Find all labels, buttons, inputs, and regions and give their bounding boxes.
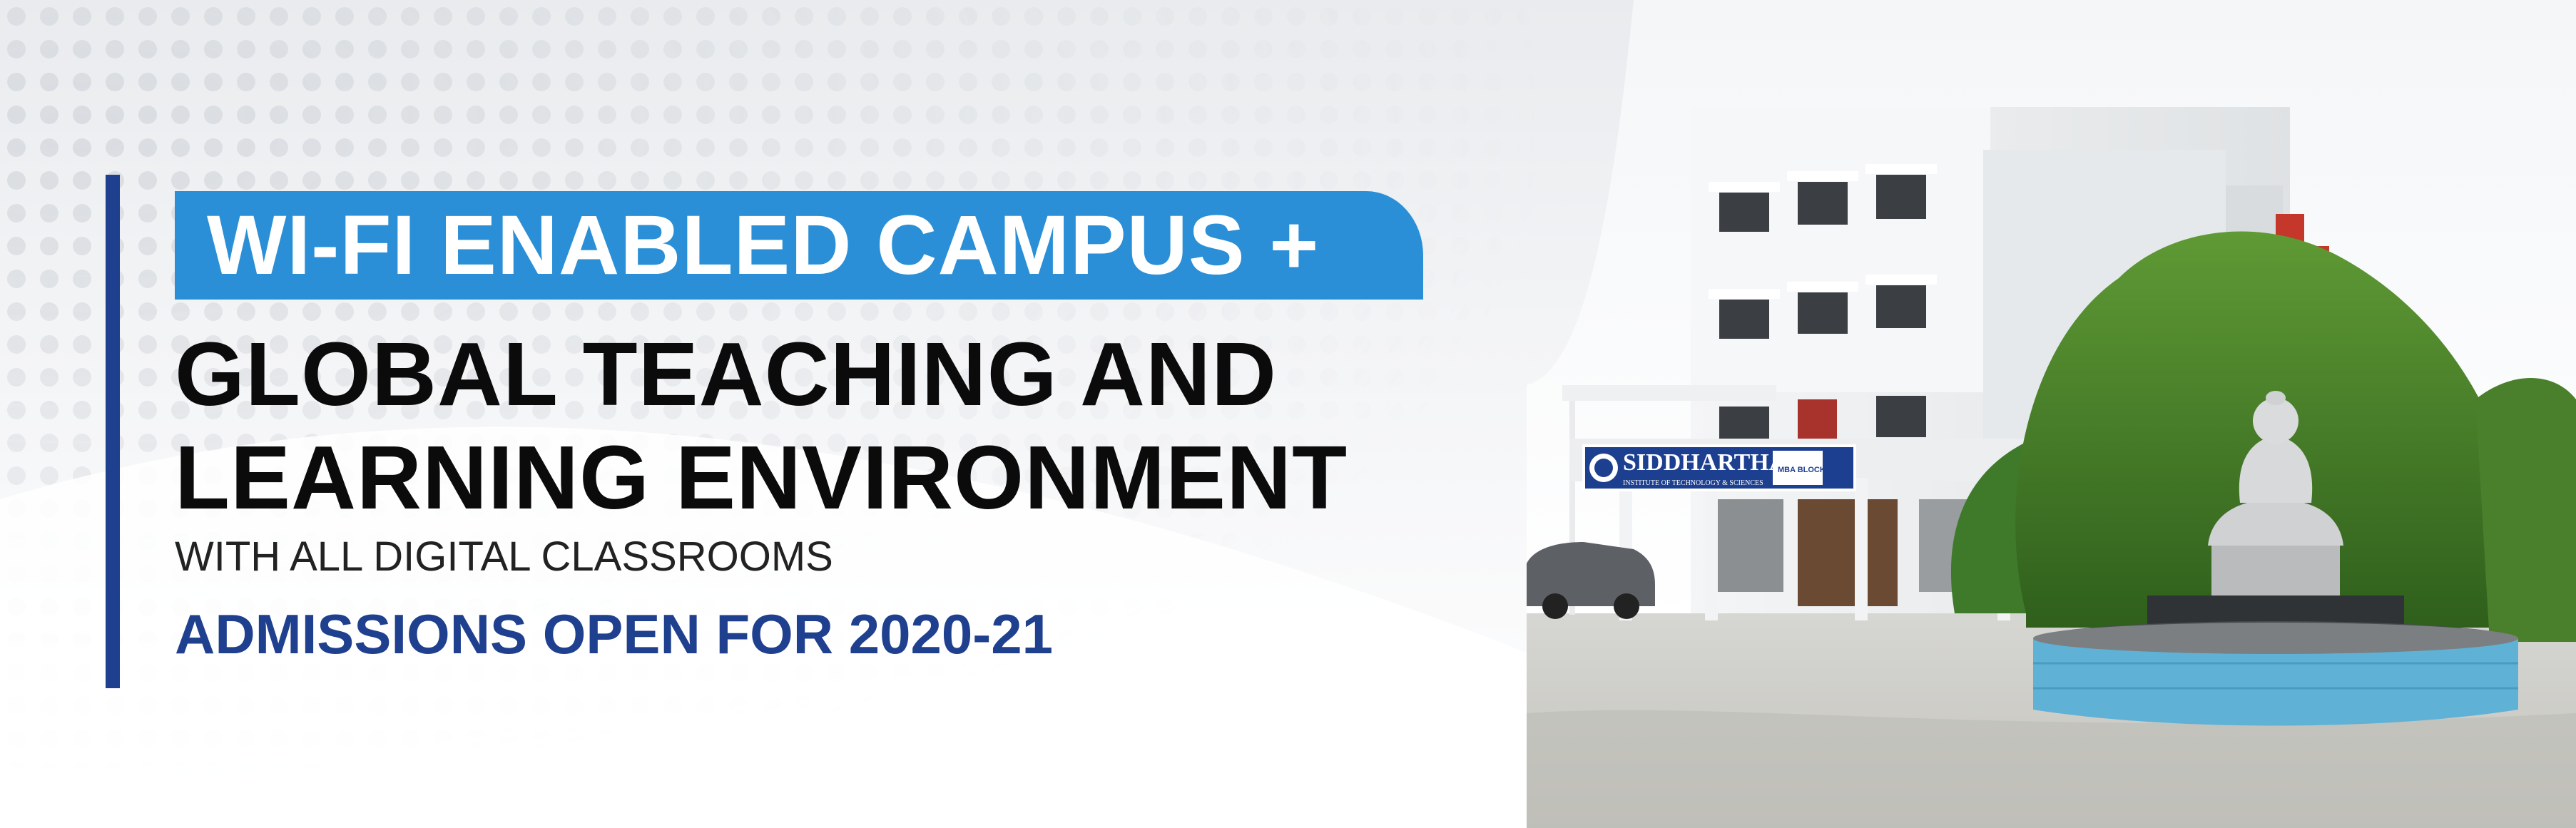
admission-banner: WI-FI ENABLED CAMPUS + GLOBAL TEACHING A… xyxy=(0,0,2576,828)
sign-subtitle: INSTITUTE OF TECHNOLOGY & SCIENCES xyxy=(1623,479,1763,487)
sign-block: MBA BLOCK xyxy=(1778,466,1826,474)
accent-bar xyxy=(106,175,120,688)
headline-highlight: WI-FI ENABLED CAMPUS + xyxy=(207,198,1320,292)
headline-line-2: GLOBAL TEACHING AND xyxy=(175,324,1277,424)
sign-name: SIDDHARTHA xyxy=(1623,449,1787,476)
headline-line-3: LEARNING ENVIRONMENT xyxy=(175,427,1348,528)
subline: WITH ALL DIGITAL CLASSROOMS xyxy=(175,533,833,580)
headline: GLOBAL TEACHING AND LEARNING ENVIRONMENT xyxy=(175,322,1348,529)
campus-photo: SIDDHARTHA INSTITUTE OF TECHNOLOGY & SCI… xyxy=(1527,0,2576,828)
admissions-text: ADMISSIONS OPEN FOR 2020-21 xyxy=(175,603,1054,665)
headline-highlight-tab: WI-FI ENABLED CAMPUS + xyxy=(175,191,1423,300)
